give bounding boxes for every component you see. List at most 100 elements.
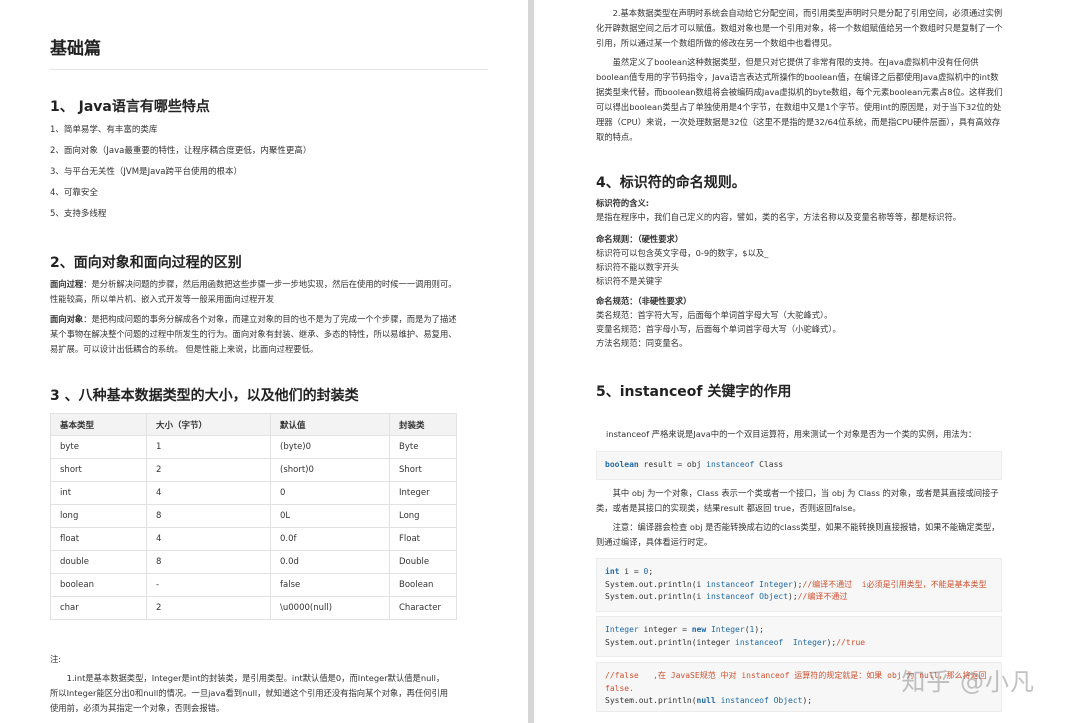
code-text: System.out.println(integer	[605, 637, 736, 647]
document-page-left: 基础篇 1、 Java语言有哪些特点 1、简单易学、有丰富的类库 2、面向对象（…	[0, 0, 528, 723]
primitive-types-table: 基本类型 大小（字节） 默认值 封装类 byte 1 (byte)0 Byte sho…	[50, 413, 457, 620]
code-comment: false.	[605, 683, 634, 693]
table-cell: double	[50, 550, 147, 574]
column-header: 大小（字节）	[146, 413, 271, 436]
code-keyword: new	[691, 625, 707, 634]
text-instanceof-explain: 其中 obj 为一个对象，Class 表示一个类或者一个接口，当 obj 为 C…	[596, 488, 999, 513]
code-text: ;	[648, 567, 654, 576]
code-text: integer =	[638, 625, 692, 634]
code-comment: //编译不通过	[797, 592, 848, 601]
label-naming-conventions: 命名规范：（非硬性要求）	[596, 296, 692, 306]
table-cell: Character	[389, 596, 457, 620]
list-item: 标识符不能以数字开头	[596, 262, 679, 272]
list-item: 方法名规范：同变量名。	[596, 338, 688, 348]
code-text: );	[802, 696, 813, 705]
label-procedural: 面向过程	[50, 279, 84, 289]
code-block-primitive: int i = 0; System.out.println(i instance…	[596, 558, 1002, 612]
code-keyword: int	[605, 567, 620, 576]
table-cell: Integer	[389, 481, 457, 505]
table-cell: 0.0f	[270, 527, 390, 551]
paragraph-boolean: 虽然定义了boolean这种数据类型，但是只对它提供了非常有限的支持。在Java…	[596, 57, 1003, 142]
table-cell: byte	[50, 435, 147, 459]
list-item: 1、简单易学、有丰富的类库	[50, 125, 158, 135]
table-cell: (byte)0	[270, 435, 390, 459]
document-page-right: 2.基本数据类型在声明时系统会自动给它分配空间，而引用类型声明时只是分配了引用空…	[534, 0, 1065, 723]
heading-oop-vs-pop: 2、面向对象和面向过程的区别	[50, 255, 242, 271]
section-title: 基础篇	[50, 34, 488, 70]
text-instanceof-note: 注意：编译器会检查 obj 是否能转换成右边的class类型，如果不能转换则直接…	[596, 522, 1000, 547]
code-text: );	[826, 637, 837, 647]
code-class: Object	[768, 696, 803, 705]
table-row: char 2 \u0000(null) Character	[50, 596, 457, 620]
code-text: System.out.println(i	[605, 579, 707, 589]
code-keyword: instanceof	[706, 579, 755, 589]
code-class: Object	[754, 592, 789, 601]
code-text: );	[788, 592, 798, 601]
code-comment: //true	[836, 637, 866, 647]
list-item: 标识符可以包含英文字母，0-9的数字，$以及_	[596, 248, 769, 258]
table-cell: 0L	[270, 504, 390, 528]
heading-java-features: 1、 Java语言有哪些特点	[50, 99, 210, 115]
table-cell: 4	[146, 527, 271, 551]
list-item: 标识符不是关键字	[596, 276, 663, 286]
table-cell: Double	[389, 550, 457, 574]
code-text: result = obj	[638, 460, 707, 469]
code-text: i =	[619, 567, 644, 576]
code-class: Integer	[754, 579, 793, 589]
code-comment: //编译不通过 i必须是引用类型，不能是基本类型	[802, 579, 987, 589]
column-header: 基本类型	[50, 413, 147, 436]
paragraph-array-reference: 2.基本数据类型在声明时系统会自动给它分配空间，而引用类型声明时只是分配了引用空…	[596, 8, 1003, 48]
text-identifier-meaning: 是指在程序中，我们自己定义的内容，譬如，类的名字，方法名称以及变量名称等等，都是…	[596, 212, 962, 222]
paragraph-procedural: 面向过程：是分析解决问题的步骤，然后用函数把这些步骤一步一步地实现，然后在使用的…	[50, 277, 458, 307]
list-item: 3、与平台无关性（JVM是Java跨平台使用的根本）	[50, 167, 243, 177]
paragraph-object-oriented: 面向对象：是把构成问题的事务分解成各个对象，而建立对象的目的也不是为了完成一个个…	[50, 312, 458, 357]
table-row: short 2 (short)0 Short	[50, 458, 457, 482]
code-text: System.out.println(	[605, 696, 697, 705]
code-class: Integer	[605, 625, 639, 634]
table-cell: short	[50, 458, 147, 482]
list-item: 2、面向对象（Java最重要的特性，让程序耦合度更低，内聚性更高）	[50, 146, 312, 156]
zhihu-watermark: 知乎 @小凡	[901, 668, 1035, 696]
table-cell: char	[50, 596, 147, 620]
code-keyword: instanceof	[706, 460, 755, 469]
list-item: 4、可靠安全	[50, 188, 98, 198]
code-keyword: instanceof	[715, 696, 769, 705]
text-object-oriented: ：是把构成问题的事务分解成各个对象，而建立对象的目的也不是为了完成一个个步骤，而…	[50, 314, 457, 354]
table-cell: Long	[389, 504, 457, 528]
table-row: float 4 0.0f Float	[50, 527, 457, 551]
naming-rules-list: 标识符可以包含英文字母，0-9的数字，$以及_ 标识符不能以数字开头 标识符不是…	[596, 246, 768, 288]
column-header: 默认值	[270, 413, 390, 436]
column-header: 封装类	[389, 413, 457, 436]
table-cell: int	[50, 481, 147, 505]
list-item: 变量名规范：首字母小写，后面每个单词首字母大写（小驼峰式）。	[596, 324, 841, 334]
table-row: int 4 0 Integer	[50, 481, 457, 505]
label-naming-rules: 命名规则：（硬性要求）	[596, 234, 684, 244]
table-cell: Short	[389, 458, 457, 482]
table-row: boolean - false Boolean	[50, 573, 457, 597]
table-cell: 1	[146, 435, 271, 459]
text-procedural: ：是分析解决问题的步骤，然后用函数把这些步骤一步一步地实现，然后在使用的时候一一…	[50, 279, 457, 304]
code-text: Class	[754, 460, 784, 469]
table-row: byte 1 (byte)0 Byte	[50, 435, 457, 459]
code-keyword: boolean	[605, 460, 639, 469]
table-cell: 8	[146, 550, 271, 574]
code-class: Integer	[783, 637, 827, 647]
code-class: Integer	[706, 625, 745, 634]
list-item: 类名规范：首字符大写，后面每个单词首字母大写（大驼峰式）。	[596, 310, 833, 320]
table-cell: long	[50, 504, 147, 528]
table-cell: Boolean	[389, 573, 457, 597]
note-label: 注:	[50, 654, 62, 664]
code-text: );	[792, 579, 803, 589]
table-cell: \u0000(null)	[270, 596, 390, 620]
label-object-oriented: 面向对象	[50, 314, 84, 324]
table-cell: Float	[389, 527, 457, 551]
table-row: double 8 0.0d Double	[50, 550, 457, 574]
table-cell: 2	[146, 596, 271, 620]
list-item: 5、支持多线程	[50, 209, 107, 219]
table-cell: Byte	[389, 435, 457, 459]
text-instanceof-intro: instanceof 严格来说是Java中的一个双目运算符，用来测试一个对象是否…	[606, 429, 977, 439]
table-cell: -	[146, 573, 271, 597]
features-list: 1、简单易学、有丰富的类库 2、面向对象（Java最重要的特性，让程序耦合度更低…	[50, 124, 311, 220]
heading-identifier-rules: 4、标识符的命名规则。	[596, 175, 746, 191]
table-row: long 8 0L Long	[50, 504, 457, 528]
